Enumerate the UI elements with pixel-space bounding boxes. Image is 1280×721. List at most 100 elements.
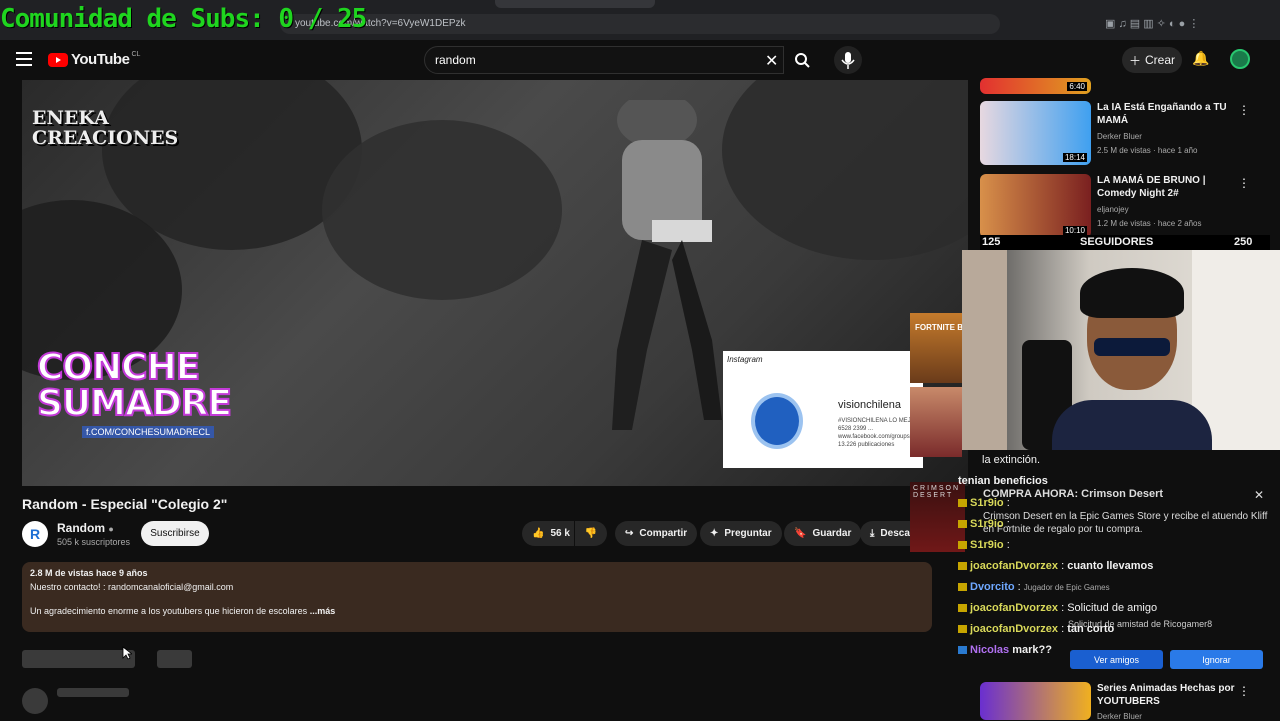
voice-search-button[interactable] [834, 46, 862, 74]
ask-button[interactable]: ✦ Preguntar [700, 521, 782, 546]
chat-text: tan corto [1067, 623, 1115, 635]
description-text: Un agradecimiento enorme a los youtubers… [30, 606, 924, 616]
search-icon [795, 53, 810, 68]
watermark-text: ENEKA CREACIONES [32, 107, 179, 149]
subscribe-button[interactable]: Suscribirse [141, 521, 209, 546]
chat-badge-icon [958, 625, 967, 634]
extensions-icons[interactable]: ▣ ♫ ▤ ▥ ✧ ◐ ● ⋮ [1105, 17, 1199, 30]
video-thumbnail: 6:40 [980, 78, 1091, 94]
more-options-icon[interactable]: ⋮ [1238, 684, 1250, 698]
video-duration: 10:10 [1062, 226, 1087, 235]
user-avatar[interactable] [1230, 49, 1250, 69]
stream-chat-messages: S1r9io : S1r9io : S1r9io : joacofanDvorz… [958, 452, 1280, 680]
chat-message: S1r9io : [958, 539, 1010, 551]
video-title: LA MAMÁ DE BRUNO | Comedy Night 2# [1097, 175, 1206, 199]
followers-label: SEGUIDORES [1080, 236, 1154, 248]
more-options-icon[interactable]: ⋮ [1238, 176, 1250, 190]
vision-chilena-emblem-icon [751, 393, 803, 449]
recommended-video-3[interactable]: 10:10 LA MAMÁ DE BRUNO | Comedy Night 2#… [980, 174, 1270, 244]
microphone-icon [841, 52, 855, 69]
channel-name[interactable]: Random ● [57, 521, 114, 535]
menu-icon[interactable] [16, 52, 32, 66]
clear-search-icon[interactable]: ✕ [765, 51, 778, 71]
logo-facebook: f.COM/CONCHESUMADRECL [82, 426, 215, 438]
chat-user: joacofanDvorzex [970, 560, 1059, 572]
search-input[interactable]: random [424, 46, 784, 74]
chat-user: S1r9io [970, 539, 1004, 551]
sparkle-icon: ✦ [710, 528, 719, 539]
comments-skeleton [22, 650, 135, 668]
subs-counter-overlay: Comunidad de Subs: 0 / 25 [0, 4, 367, 34]
thumbs-down-icon: 👎 [584, 528, 598, 539]
video-meta: 1.2 M de vistas · hace 2 años [1097, 219, 1202, 228]
show-more-link[interactable]: ...más [310, 606, 336, 616]
comment-avatar-skeleton [22, 688, 48, 714]
notifications-bell-icon[interactable]: 🔔 [1192, 50, 1209, 67]
recommended-video-2[interactable]: 18:14 La IA Está Engañando a TU MAMÁ Der… [980, 101, 1270, 171]
chat-user: Dvorcito [970, 581, 1015, 593]
logo-line-1: CONCHE [36, 347, 201, 388]
description-body: Un agradecimiento enorme a los youtubers… [30, 606, 308, 616]
chat-text: cuanto llevamos [1067, 560, 1154, 572]
chat-message: S1r9io : [958, 518, 1010, 530]
thumbs-up-icon: 👍 [532, 528, 545, 539]
description-contact: Nuestro contacto! : randomcanaloficial@g… [30, 582, 234, 592]
channel-avatar[interactable]: R [22, 521, 48, 547]
address-bar[interactable]: youtube.com/watch?v=6VyeW1DEPzk [280, 14, 1000, 34]
video-duration: 6:40 [1067, 82, 1087, 91]
conche-sumadre-logo: CONCHE SUMADRE f.COM/CONCHESUMADRECL [36, 347, 237, 470]
crimson-desert-thumb: CRIMSON DESERT [910, 482, 965, 552]
dislike-button[interactable]: 👎 [575, 521, 607, 546]
chat-badge-icon [958, 646, 967, 655]
epic-player-label: Jugador de Epic Games [1023, 583, 1110, 592]
instagram-desc-text: #VISIONCHILENA LO MEJ... 6528 2399 ... w… [838, 418, 917, 440]
browser-tab[interactable] [495, 0, 655, 8]
mouse-cursor-icon [122, 646, 132, 660]
chat-message: Dvorcito : Jugador de Epic Games [958, 581, 1110, 593]
youtube-play-icon [48, 52, 68, 67]
save-button[interactable]: 🔖 Guardar [784, 521, 862, 546]
followers-goal: 250 [1234, 236, 1253, 248]
download-button[interactable]: ⤓ Descargar [860, 521, 910, 546]
chat-badge-icon [958, 520, 967, 529]
video-frame-foliage [722, 80, 968, 260]
video-frame-person [612, 100, 722, 430]
youtube-logo[interactable]: YouTube CL [48, 51, 140, 68]
webcam-shirt [1052, 400, 1212, 450]
download-label: Descargar [880, 528, 910, 539]
recommended-video-4[interactable]: Series Animadas Hechas por YOUTUBERS Der… [980, 682, 1270, 721]
streamer-webcam [962, 250, 1280, 450]
chat-badge-icon [958, 541, 967, 550]
channel-name-text: Random [57, 521, 105, 535]
webcam-door [962, 250, 1007, 450]
search-button[interactable] [785, 46, 820, 74]
video-meta: 2.5 M de vistas · hace 1 año [1097, 146, 1198, 155]
more-options-icon[interactable]: ⋮ [1238, 103, 1250, 117]
video-channel: Derker Bluer [1097, 132, 1142, 141]
like-count: 56 k [550, 528, 570, 539]
bookmark-icon: 🔖 [794, 528, 807, 539]
promo-thumb [910, 387, 962, 457]
chat-badge-icon [958, 499, 967, 508]
views-and-date: 2.8 M de vistas hace 9 años [30, 568, 148, 578]
search-value: random [435, 53, 476, 67]
chat-user: joacofanDvorzex [970, 602, 1059, 614]
like-button[interactable]: 👍 56 k [522, 521, 574, 546]
create-button[interactable]: ＋ Crear [1122, 47, 1182, 73]
description-box[interactable]: 2.8 M de vistas hace 9 años Nuestro cont… [22, 562, 932, 632]
sort-skeleton [157, 650, 192, 668]
video-channel: eljanojey [1097, 205, 1129, 214]
recommended-video-1[interactable]: 6:40 [980, 78, 1270, 94]
eneka-watermark: ENEKA CREACIONES [32, 108, 178, 148]
logo-text: YouTube [71, 51, 130, 68]
chat-user: Nicolas [970, 644, 1010, 656]
share-button[interactable]: ↪ Compartir [615, 521, 698, 546]
share-icon: ↪ [625, 528, 634, 539]
channel-subscribers: 505 k suscriptores [57, 537, 131, 547]
video-duration: 18:14 [1062, 153, 1087, 162]
country-code: CL [131, 51, 141, 58]
view-friends-button[interactable]: Ver amigos [1070, 650, 1163, 669]
ask-label: Preguntar [724, 528, 772, 539]
download-icon: ⤓ [870, 528, 875, 539]
ignore-button[interactable]: Ignorar [1170, 650, 1263, 669]
